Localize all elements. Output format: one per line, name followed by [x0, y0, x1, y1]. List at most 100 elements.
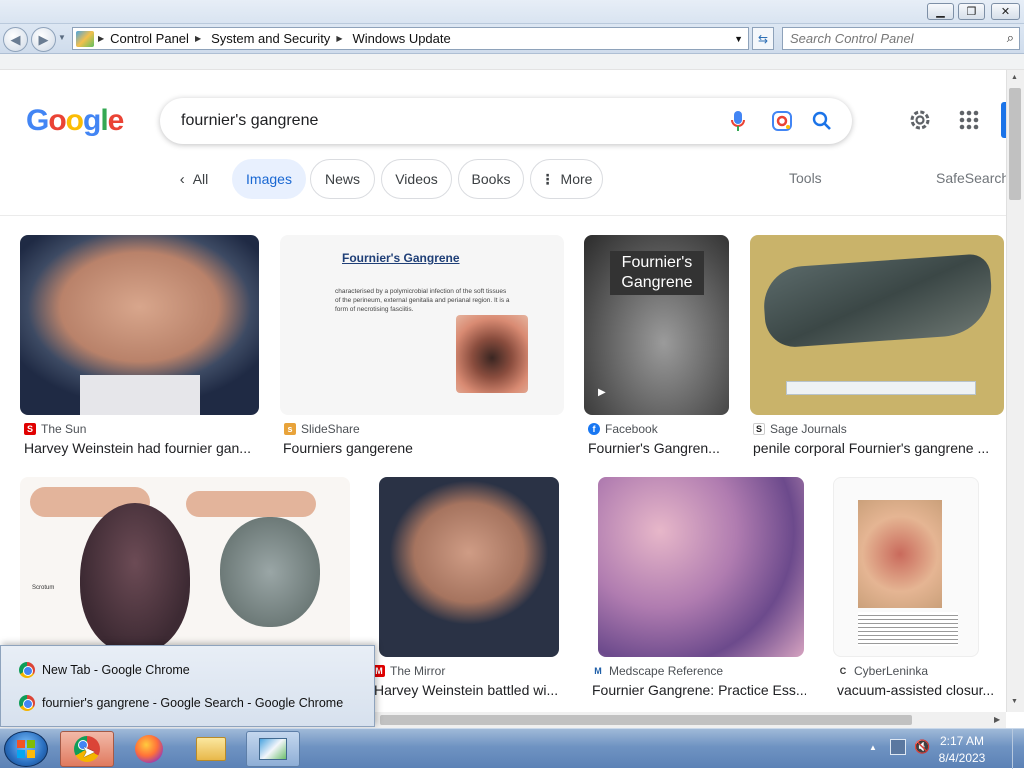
medscape-favicon: M [592, 665, 604, 677]
ruler [786, 381, 976, 395]
chevron-left-icon: ‹ [179, 170, 185, 188]
chrome-icon [19, 662, 35, 678]
tools-button[interactable]: Tools [789, 170, 822, 186]
scrotum-label: Scrotum [32, 585, 55, 591]
show-hidden-icons-icon[interactable]: ▲ [869, 743, 877, 752]
taskbar-chrome-button[interactable]: ➤ [60, 731, 114, 767]
chevron-down-icon[interactable]: ▼ [734, 34, 743, 44]
cyberleninka-favicon: C [837, 665, 849, 677]
jumplist-item-new-tab[interactable]: New Tab - Google Chrome [19, 659, 359, 681]
camera-lens-icon[interactable] [770, 109, 794, 133]
taskbar: ➤ ▲ 🔇 2:17 AM 8/4/2023 [0, 728, 1024, 769]
mouse-cursor-icon: ➤ [82, 744, 96, 761]
address-breadcrumb[interactable]: ▶ Control Panel ▶ System and Security ▶ … [72, 27, 749, 50]
slideshare-favicon: s [284, 423, 296, 435]
result-caption[interactable]: Fournier's Gangren... [588, 440, 728, 456]
vertical-scroll-thumb[interactable] [1009, 88, 1021, 200]
tab-books[interactable]: Books [458, 159, 524, 199]
search-query[interactable]: fournier's gangrene [181, 112, 318, 130]
restore-icon: ❐ [966, 6, 977, 18]
tab-news[interactable]: News [310, 159, 375, 199]
result-caption[interactable]: vacuum-assisted closur... [837, 682, 1003, 698]
taskbar-jumplist: New Tab - Google Chrome fournier's gangr… [0, 645, 375, 727]
result-caption[interactable]: Harvey Weinstein had fournier gan... [24, 440, 259, 456]
result-caption[interactable]: Fourniers gangerene [283, 440, 563, 456]
breadcrumb-control-panel[interactable]: Control Panel ▶ [110, 31, 201, 46]
breadcrumb-system-security[interactable]: System and Security ▶ [211, 31, 342, 46]
taskbar-explorer-button[interactable] [184, 731, 238, 767]
result-image[interactable]: Fournier's Gangrene ▶ [584, 235, 729, 415]
breadcrumb-windows-update[interactable]: Windows Update [352, 31, 450, 46]
refresh-button[interactable]: ⇆ [752, 27, 774, 50]
chevron-right-icon[interactable]: ▶ [98, 34, 104, 43]
tab-all[interactable]: ‹ All [168, 159, 220, 199]
tab-more[interactable]: ⋮ More [530, 159, 603, 199]
facebook-favicon: f [588, 423, 600, 435]
result-image[interactable] [750, 235, 1004, 415]
result-caption[interactable]: penile corporal Fournier's gangrene ... [753, 440, 1003, 456]
result-source[interactable]: C CyberLeninka [837, 664, 928, 678]
search-box[interactable]: fournier's gangrene [160, 98, 852, 144]
chevron-right-icon: ▶ [336, 34, 343, 43]
microphone-icon[interactable] [726, 109, 750, 133]
taskbar-firefox-button[interactable] [122, 731, 176, 767]
result-image[interactable]: Scrotum [20, 477, 350, 655]
google-images-page: Google fournier's gangrene ‹ All Images … [0, 70, 1006, 712]
result-image[interactable]: Fournier's Gangrene characterised by a p… [280, 235, 564, 415]
apps-grid-icon[interactable] [958, 109, 980, 131]
result-image[interactable] [598, 477, 804, 657]
result-caption[interactable]: Fournier Gangrene: Practice Ess... [592, 682, 806, 698]
result-image[interactable] [379, 477, 559, 657]
clock-date: 8/4/2023 [938, 751, 986, 765]
back-button[interactable]: ◀ [3, 27, 28, 52]
image-overlay-title: Fournier's Gangrene [610, 251, 704, 295]
jumplist-item-google-search[interactable]: fournier's gangrene - Google Search - Go… [19, 692, 359, 714]
tab-images[interactable]: Images [232, 159, 306, 199]
close-icon: ✕ [1000, 6, 1011, 18]
play-icon: ▶ [598, 387, 606, 398]
safesearch-button[interactable]: SafeSearch [936, 170, 1006, 186]
result-source[interactable]: M The Mirror [373, 664, 445, 678]
network-icon[interactable] [890, 739, 906, 755]
scroll-down-icon[interactable]: ▼ [1011, 698, 1018, 705]
search-icon[interactable] [810, 109, 834, 133]
result-source[interactable]: s SlideShare [284, 422, 360, 436]
start-button[interactable] [4, 731, 48, 767]
volume-muted-icon[interactable]: 🔇 [914, 739, 930, 755]
taskbar-control-panel-button[interactable] [246, 731, 300, 767]
refresh-icon: ⇆ [757, 31, 769, 46]
chrome-icon [19, 695, 35, 711]
minimize-button[interactable]: ▁ [927, 3, 954, 20]
minimize-icon: ▁ [936, 6, 945, 18]
result-source[interactable]: f Facebook [588, 422, 658, 436]
system-clock[interactable]: 2:17 AM 8/4/2023 [932, 733, 992, 767]
settings-gear-icon[interactable] [907, 107, 933, 133]
show-desktop-button[interactable] [1012, 729, 1024, 769]
windows-logo-icon [17, 740, 35, 758]
horizontal-scroll-thumb[interactable] [380, 715, 912, 725]
google-logo[interactable]: Google [26, 104, 124, 138]
forward-button[interactable]: ▶ [31, 27, 56, 52]
close-button[interactable]: ✕ [991, 3, 1020, 20]
control-panel-icon [76, 30, 94, 47]
maximize-button[interactable]: ❐ [958, 3, 985, 20]
result-source[interactable]: S The Sun [24, 422, 86, 436]
scroll-up-icon[interactable]: ▲ [1011, 74, 1018, 81]
result-caption[interactable]: Harvey Weinstein battled wi... [374, 682, 562, 698]
chrome-toolbar-remnant [0, 54, 1024, 70]
chevron-right-icon: ▶ [194, 34, 202, 43]
result-source[interactable]: M Medscape Reference [592, 664, 723, 678]
more-vert-icon: ⋮ [540, 170, 555, 187]
recent-pages-icon[interactable]: ▼ [58, 33, 66, 42]
result-source[interactable]: S Sage Journals [753, 422, 847, 436]
slide-title: Fournier's Gangrene [342, 251, 460, 265]
folder-icon [196, 737, 226, 761]
result-image[interactable] [20, 235, 259, 415]
control-panel-search-input[interactable]: Search Control Panel ⌕ [782, 27, 1020, 50]
arrow-left-icon: ◀ [10, 31, 21, 47]
tab-videos[interactable]: Videos [381, 159, 452, 199]
result-image[interactable] [833, 477, 979, 657]
sage-favicon: S [753, 423, 765, 435]
search-icon: ⌕ [1006, 30, 1014, 45]
scroll-right-icon[interactable]: ▶ [994, 715, 1000, 724]
